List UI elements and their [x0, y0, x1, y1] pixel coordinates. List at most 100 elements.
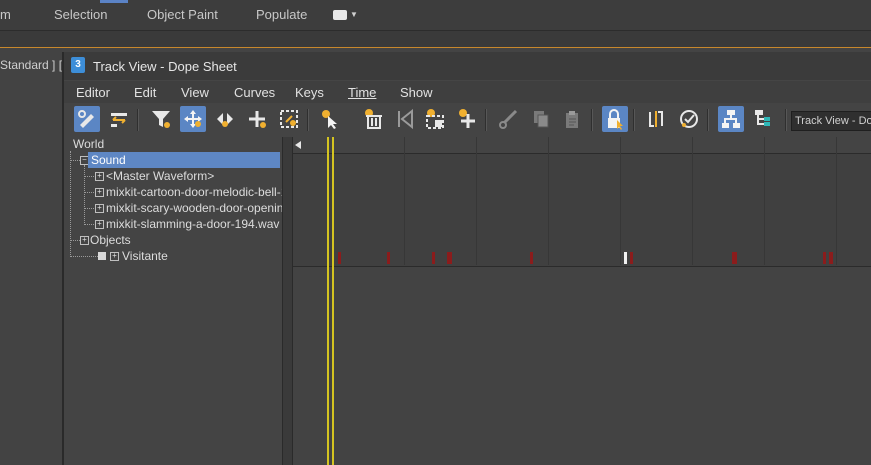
- key-marker[interactable]: [432, 252, 435, 264]
- grid-line: [836, 137, 837, 265]
- track-row[interactable]: [293, 170, 871, 187]
- tree-node-track-3[interactable]: mixkit-slamming-a-door-194.wav: [106, 216, 279, 232]
- tree-node-world[interactable]: World: [73, 136, 104, 152]
- toolbar-separator: [137, 109, 139, 131]
- delete-time-icon[interactable]: [360, 106, 386, 132]
- toolbar-separator: [307, 109, 309, 131]
- modify-subtree-icon[interactable]: [718, 106, 744, 132]
- menu-edit[interactable]: Edit: [134, 85, 156, 100]
- key-marker-selected[interactable]: [624, 252, 627, 264]
- grid-line: [404, 137, 405, 265]
- tree-connector: [84, 192, 94, 193]
- scale-time-icon[interactable]: [422, 106, 448, 132]
- time-ruler[interactable]: [293, 137, 871, 154]
- track-row[interactable]: [293, 186, 871, 203]
- tree-node-master-waveform[interactable]: <Master Waveform>: [106, 168, 214, 184]
- tree-node-visitante[interactable]: Visitante: [122, 248, 168, 264]
- show-keyable-icon[interactable]: [676, 106, 702, 132]
- toolbar-separator: [707, 109, 709, 131]
- menu-editor[interactable]: Editor: [76, 85, 110, 100]
- expand-icon[interactable]: +: [95, 188, 104, 197]
- app-logo-icon: 3: [71, 57, 85, 73]
- window-titlebar[interactable]: 3 Track View - Dope Sheet: [64, 52, 871, 80]
- track-row[interactable]: [293, 234, 871, 251]
- scale-keys-icon[interactable]: [276, 106, 302, 132]
- menu-bar: Editor Edit View Curves Keys Time Show: [64, 81, 871, 103]
- tree-connector: [84, 165, 85, 225]
- time-slider-line[interactable]: [327, 137, 329, 465]
- tree-node-objects[interactable]: Objects: [90, 232, 131, 248]
- slide-keys-icon[interactable]: [212, 106, 238, 132]
- ribbon-dropdown[interactable]: ▼: [333, 10, 359, 22]
- cut-icon[interactable]: [496, 106, 522, 132]
- viewport-left: Standard ] [: [0, 48, 62, 465]
- track-row[interactable]: [293, 202, 871, 219]
- paste-icon[interactable]: [560, 106, 586, 132]
- grid-line: [476, 137, 477, 265]
- dope-sheet-area[interactable]: [293, 137, 871, 465]
- toolbar-separator: [591, 109, 593, 131]
- key-marker[interactable]: [630, 252, 633, 264]
- track-view-name-field[interactable]: Track View - Dope: [791, 111, 871, 131]
- key-marker[interactable]: [447, 252, 452, 264]
- tree-node-track-2[interactable]: mixkit-scary-wooden-door-opening-1: [106, 200, 301, 216]
- tab-partial[interactable]: m: [0, 7, 11, 22]
- chevron-down-icon: ▼: [350, 10, 358, 19]
- expand-icon[interactable]: +: [95, 204, 104, 213]
- toolbar-separator: [785, 109, 787, 131]
- toolbar-separator: [633, 109, 635, 131]
- dropdown-icon: [333, 10, 347, 20]
- key-marker[interactable]: [829, 252, 833, 264]
- menu-curves[interactable]: Curves: [234, 85, 275, 100]
- snap-frames-icon[interactable]: [644, 106, 670, 132]
- edit-ranges-icon[interactable]: [106, 106, 132, 132]
- add-remove-time-icon[interactable]: [244, 106, 270, 132]
- viewport-label[interactable]: Standard ] [: [0, 58, 62, 72]
- move-keys-icon[interactable]: [180, 106, 206, 132]
- select-time-icon[interactable]: [318, 106, 344, 132]
- grid-line: [692, 137, 693, 265]
- insert-time-icon[interactable]: [454, 106, 480, 132]
- tree-node-sound[interactable]: Sound: [88, 152, 280, 168]
- filter-icon[interactable]: [148, 106, 174, 132]
- reverse-time-icon[interactable]: [392, 106, 418, 132]
- active-tab-indicator: [100, 0, 128, 3]
- tab-object-paint[interactable]: Object Paint: [147, 7, 218, 22]
- tab-populate[interactable]: Populate: [256, 7, 307, 22]
- expand-icon[interactable]: +: [110, 252, 119, 261]
- expand-icon[interactable]: +: [95, 172, 104, 181]
- menu-show[interactable]: Show: [400, 85, 433, 100]
- time-slider-line[interactable]: [332, 137, 334, 465]
- grid-line: [620, 137, 621, 265]
- track-row[interactable]: [293, 154, 871, 171]
- grid-line: [548, 137, 549, 265]
- key-marker[interactable]: [387, 252, 390, 264]
- key-marker[interactable]: [823, 252, 826, 264]
- window-title: Track View - Dope Sheet: [93, 59, 237, 74]
- track-view-window: 3 Track View - Dope Sheet Editor Edit Vi…: [62, 52, 871, 465]
- tree-node-track-1[interactable]: mixkit-cartoon-door-melodic-bell-110: [106, 184, 300, 200]
- tree-connector: [84, 208, 94, 209]
- track-row[interactable]: [293, 250, 871, 267]
- modify-child-keys-icon[interactable]: [750, 106, 776, 132]
- tree-connector: [70, 151, 71, 257]
- menu-keys[interactable]: Keys: [295, 85, 324, 100]
- tree-connector: [70, 160, 80, 161]
- expand-icon[interactable]: +: [80, 236, 89, 245]
- edit-keys-icon[interactable]: [74, 106, 100, 132]
- track-row[interactable]: [293, 218, 871, 235]
- panel-splitter[interactable]: [282, 137, 293, 465]
- controller-tree: World − Sound + <Master Waveform> + mixk…: [64, 136, 301, 465]
- lock-selection-icon[interactable]: [602, 106, 628, 132]
- key-marker[interactable]: [338, 252, 341, 264]
- copy-icon[interactable]: [528, 106, 554, 132]
- tab-selection[interactable]: Selection: [54, 7, 107, 22]
- key-marker[interactable]: [530, 252, 533, 264]
- object-color-swatch: [98, 252, 106, 260]
- toolbar-separator: [485, 109, 487, 131]
- menu-view[interactable]: View: [181, 85, 209, 100]
- menu-time[interactable]: Time: [348, 85, 376, 100]
- tree-connector: [84, 224, 94, 225]
- expand-icon[interactable]: +: [95, 220, 104, 229]
- key-marker[interactable]: [732, 252, 737, 264]
